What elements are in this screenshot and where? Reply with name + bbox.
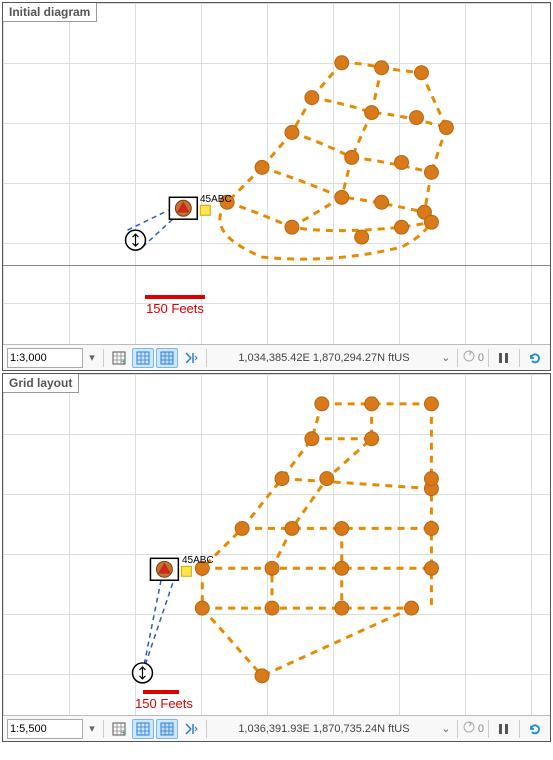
diagram-panel-initial: Initial diagram [2, 2, 551, 371]
grid-toggle-icon[interactable] [132, 348, 154, 368]
scale-input[interactable] [7, 348, 83, 368]
node-label: 45ABC [200, 194, 232, 205]
panel-title: Grid layout [3, 374, 79, 393]
diagram-panel-grid: Grid layout [2, 373, 551, 742]
scale-bar: 150 Feets [125, 690, 203, 711]
snap-icon[interactable] [180, 719, 202, 739]
pause-icon[interactable] [493, 719, 515, 739]
refresh-icon[interactable] [524, 348, 546, 368]
svg-text:+: + [121, 728, 126, 736]
grid-toggle-icon[interactable] [132, 719, 154, 739]
coordinates-readout: 1,036,391.93E 1,870,735.24N ftUS [211, 723, 437, 735]
canvas-grid[interactable]: Grid layout [3, 374, 550, 715]
grid-show-icon[interactable] [156, 348, 178, 368]
rotation-value: 0 [478, 352, 484, 364]
canvas-initial[interactable]: Initial diagram [3, 3, 550, 344]
svg-text:+: + [121, 357, 126, 365]
network-diagram-initial [3, 3, 550, 343]
coordinates-readout: 1,034,385.42E 1,870,294.27N ftUS [211, 352, 437, 364]
status-bar-initial: ▾ + 1,034,385.42E 1,870,294.27N ftUS ⌄ 0 [3, 344, 550, 370]
network-diagram-grid [3, 374, 550, 714]
chevron-down-icon[interactable]: ▾ [85, 722, 99, 735]
pause-icon[interactable] [493, 348, 515, 368]
chevron-down-icon[interactable]: ⌄ [439, 722, 453, 735]
scale-input[interactable] [7, 719, 83, 739]
chevron-down-icon[interactable]: ⌄ [439, 351, 453, 364]
rotation-icon[interactable] [462, 720, 476, 737]
node-label: 45ABC [182, 555, 214, 566]
rotation-icon[interactable] [462, 349, 476, 366]
snap-icon[interactable] [180, 348, 202, 368]
grid-add-icon[interactable]: + [108, 719, 130, 739]
grid-add-icon[interactable]: + [108, 348, 130, 368]
rotation-value: 0 [478, 723, 484, 735]
chevron-down-icon[interactable]: ▾ [85, 351, 99, 364]
scale-bar: 150 Feets [139, 295, 211, 316]
grid-show-icon[interactable] [156, 719, 178, 739]
refresh-icon[interactable] [524, 719, 546, 739]
panel-title: Initial diagram [3, 3, 97, 22]
status-bar-grid: ▾ + 1,036,391.93E 1,870,735.24N ftUS ⌄ 0 [3, 715, 550, 741]
